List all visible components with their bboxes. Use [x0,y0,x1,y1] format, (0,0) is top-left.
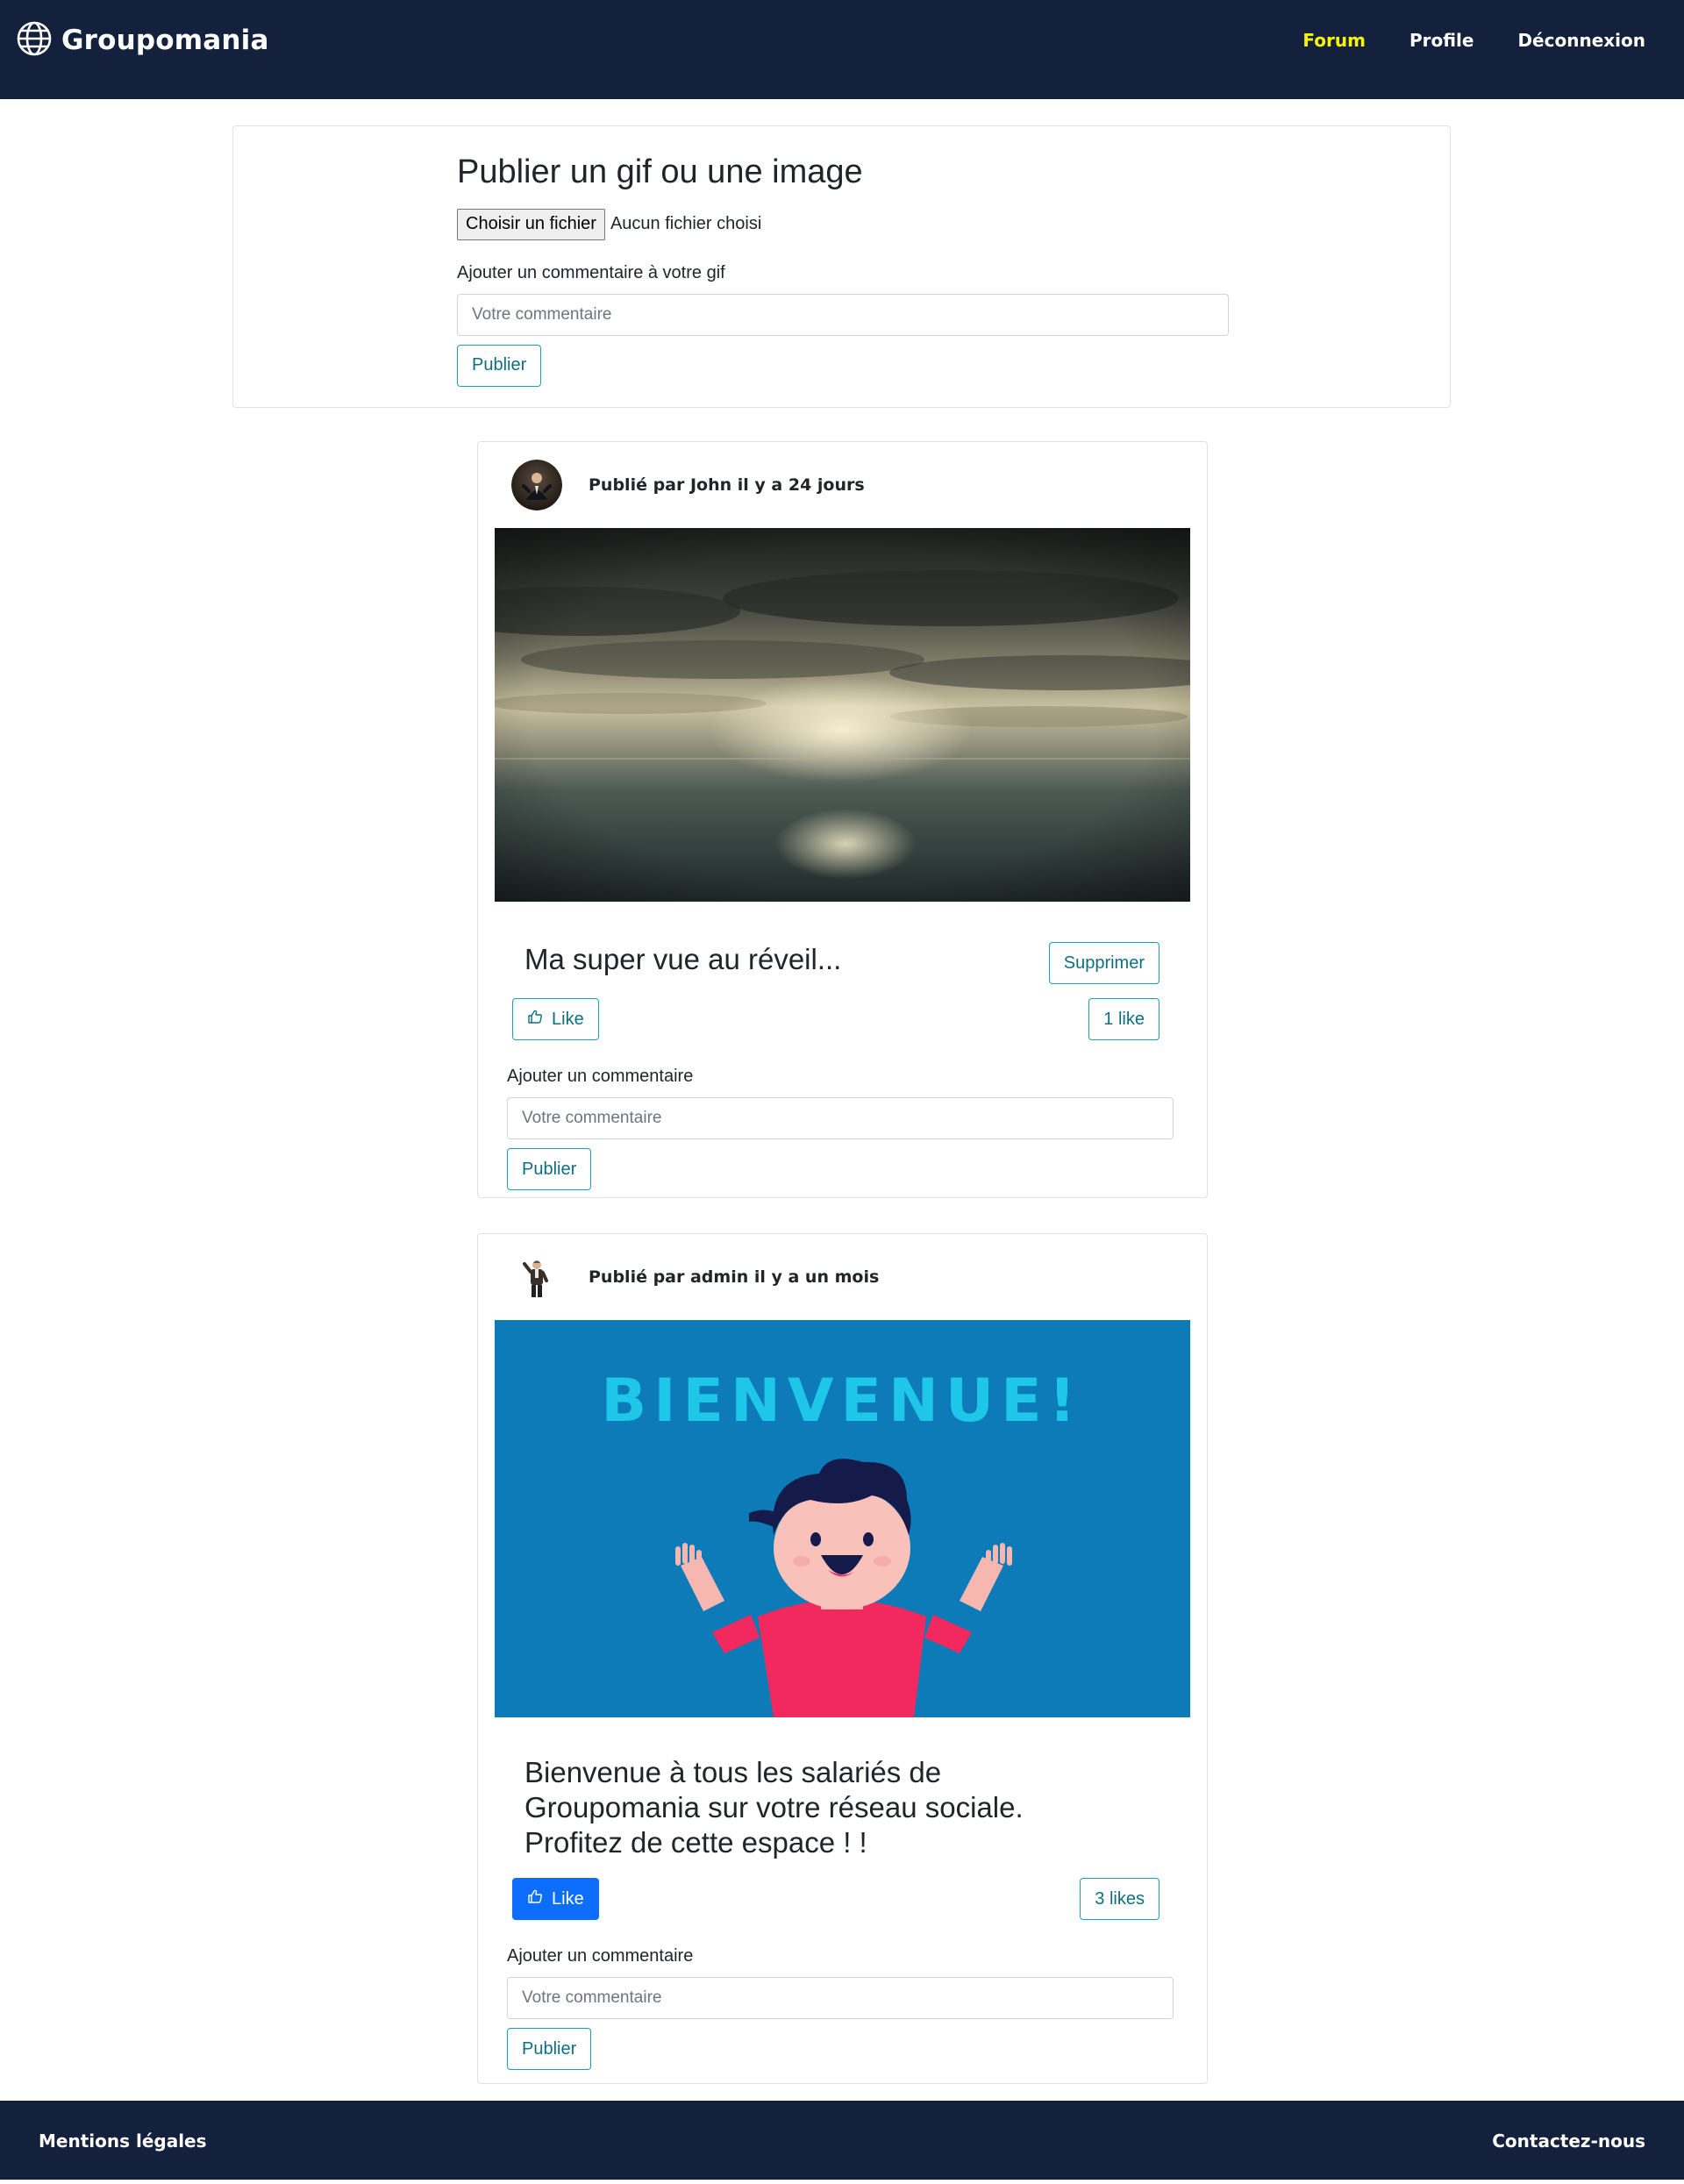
thumbs-up-icon [527,1888,543,1909]
upload-card: Publier un gif ou une image Choisir un f… [232,125,1451,408]
post-author: Publié par John il y a 24 jours [589,475,865,495]
comment-label: Ajouter un commentaire [507,1067,694,1086]
upload-title: Publier un gif ou une image [457,153,863,190]
delete-post-button[interactable]: Supprimer [1048,942,1160,984]
footer: Mentions légales Contactez-nous [0,2101,1684,2180]
like-button[interactable]: Like [512,1878,599,1920]
post-author: Publié par admin il y a un mois [589,1267,880,1287]
file-picker: Choisir un fichier Aucun fichier choisi [457,208,1229,240]
brand[interactable]: Groupomania [16,21,269,60]
upload-comment-label: Ajouter un commentaire à votre gif [457,262,725,282]
contact-link[interactable]: Contactez-nous [1492,2130,1645,2152]
post-header: Publié par John il y a 24 jours [511,460,865,510]
post-header: Publié par admin il y a un mois [511,1252,879,1303]
upload-publish-button[interactable]: Publier [457,344,542,387]
comment-publish-button[interactable]: Publier [507,2028,592,2070]
comment-form: Ajouter un commentaire Publier [507,1946,1174,2070]
post-caption: Bienvenue à tous les salariés de Groupom… [524,1756,1024,1859]
comment-input[interactable] [507,1977,1174,2019]
brand-name: Groupomania [61,25,269,56]
banner-text: BIENVENUE! [601,1367,1082,1436]
post-card: Publié par John il y a 24 jours Ma super… [477,441,1208,1198]
caption-row: Bienvenue à tous les salariés de Groupom… [512,1755,1160,1860]
post-body: Ma super vue au réveil... Supprimer Like… [507,942,1174,1190]
choose-file-button[interactable]: Choisir un fichier [457,208,605,240]
post-image [495,528,1190,902]
post-body: Bienvenue à tous les salariés de Groupom… [507,1755,1174,2070]
like-row: Like 3 likes [512,1878,1160,1920]
caption-row: Ma super vue au réveil... Supprimer [512,942,1160,984]
avatar[interactable] [511,460,562,510]
nav-profile-link[interactable]: Profile [1409,30,1474,51]
file-status: Aucun fichier choisi [610,214,762,234]
post-image: BIENVENUE! [495,1320,1190,1717]
like-label: Like [552,1009,584,1029]
likes-count[interactable]: 1 like [1088,998,1160,1040]
post-caption: Ma super vue au réveil... [524,943,842,975]
avatar[interactable] [511,1252,562,1303]
nav-forum-link[interactable]: Forum [1302,30,1366,51]
globe-icon [16,20,53,61]
comment-form: Ajouter un commentaire Publier [507,1067,1174,1190]
comment-label: Ajouter un commentaire [507,1946,694,1966]
thumbs-up-icon [527,1009,543,1030]
comment-input[interactable] [507,1097,1174,1139]
nav-links: Forum Profile Déconnexion [1302,30,1645,51]
likes-count[interactable]: 3 likes [1080,1878,1160,1920]
like-row: Like 1 like [512,998,1160,1040]
comment-publish-button[interactable]: Publier [507,1148,592,1190]
like-button[interactable]: Like [512,998,599,1040]
navbar: Groupomania Forum Profile Déconnexion [0,0,1684,99]
upload-form: Publier un gif ou une image Choisir un f… [457,153,1229,387]
like-label: Like [552,1888,584,1909]
legal-notice-link[interactable]: Mentions légales [39,2130,207,2152]
post-card: Publié par admin il y a un mois BIENVENU… [477,1233,1208,2084]
nav-logout-link[interactable]: Déconnexion [1517,30,1645,51]
upload-comment-input[interactable] [457,293,1229,336]
